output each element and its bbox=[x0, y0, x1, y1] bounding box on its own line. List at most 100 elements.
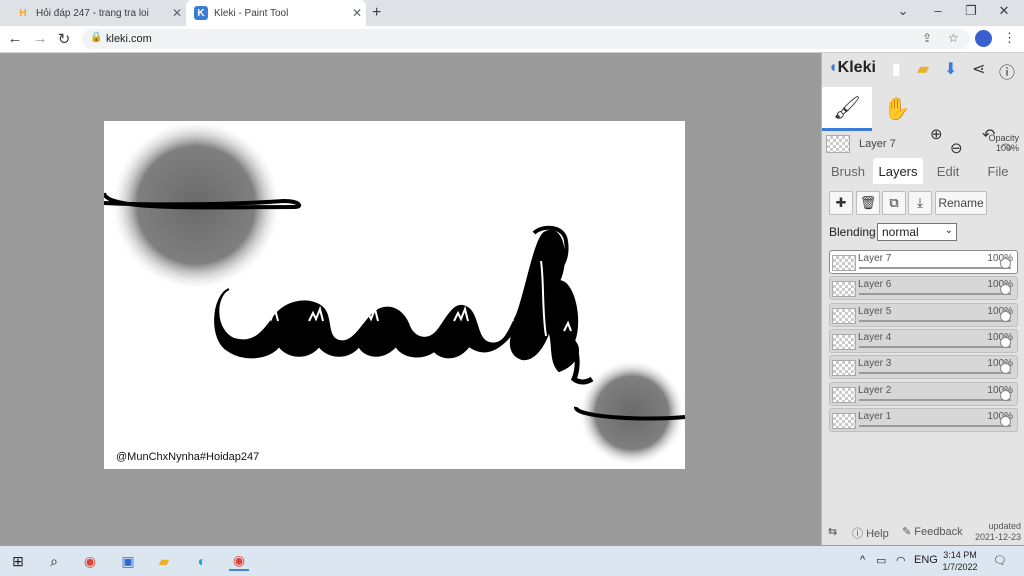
brush-tool-button[interactable]: 🖌 bbox=[822, 87, 872, 131]
slider-handle[interactable] bbox=[1000, 258, 1011, 269]
layer-row[interactable]: Layer 5 100% bbox=[829, 302, 1018, 327]
panel-tabs: Brush Layers Edit File bbox=[822, 158, 1024, 184]
profile-avatar[interactable] bbox=[975, 30, 992, 47]
slider-handle[interactable] bbox=[1000, 336, 1011, 348]
drawing-canvas[interactable]: @MunChxNynha#Hoidap247 bbox=[104, 121, 685, 469]
lettering-anh bbox=[214, 225, 594, 385]
kleki-logo[interactable]: ◖Kleki bbox=[828, 59, 876, 77]
store-icon[interactable]: ▣ bbox=[118, 551, 138, 571]
layer-name: Layer 4 bbox=[858, 331, 892, 343]
tab-kleki[interactable]: K Kleki - Paint Tool ✕ bbox=[186, 0, 366, 26]
tray-chevron-icon[interactable]: ^ bbox=[860, 554, 865, 566]
minimize-icon[interactable]: – bbox=[928, 3, 948, 18]
close-window-icon[interactable]: ✕ bbox=[994, 3, 1014, 19]
url-text: kleki.com bbox=[106, 33, 152, 45]
panel-footer: ⇆ ⓘ Help ✎ Feedback updated 2021-12-23 bbox=[822, 521, 1024, 545]
layer-thumbnail bbox=[832, 281, 856, 298]
slider-handle[interactable] bbox=[1000, 389, 1011, 401]
plus-icon: ✚ bbox=[835, 195, 847, 210]
tab-search-icon[interactable]: ⌄ bbox=[893, 3, 913, 19]
slider-handle[interactable] bbox=[1000, 284, 1011, 296]
layer-opacity-slider[interactable] bbox=[859, 363, 1011, 375]
layer-name: Layer 1 bbox=[858, 410, 892, 422]
delete-layer-button[interactable]: 🗑 bbox=[856, 191, 880, 215]
tab-edit[interactable]: Edit bbox=[926, 158, 970, 184]
current-layer-thumbnail bbox=[826, 135, 850, 153]
tab-hoidap247[interactable]: H Hỏi đáp 247 - trang tra loi ✕ bbox=[8, 0, 186, 26]
layer-thumbnail bbox=[832, 255, 856, 271]
swap-side-icon[interactable]: ⇆ bbox=[828, 525, 837, 538]
slider-handle[interactable] bbox=[1000, 415, 1011, 427]
edge-icon[interactable]: ◐ bbox=[192, 551, 212, 571]
layer-actions: ✚ 🗑 ⧉ ⤓ Rename bbox=[822, 191, 1024, 217]
chrome-taskbar-icon[interactable]: ◉ bbox=[80, 551, 100, 571]
layer-thumbnail bbox=[832, 412, 856, 429]
wifi-icon[interactable]: ◠ bbox=[896, 554, 906, 567]
slider-handle[interactable] bbox=[1000, 363, 1011, 375]
file-explorer-icon[interactable]: ▰ bbox=[154, 551, 174, 571]
chrome-active-taskbar-icon[interactable]: ◉ bbox=[229, 551, 249, 571]
back-icon[interactable]: ← bbox=[6, 30, 24, 47]
chrome-menu-icon[interactable]: ⋮ bbox=[1003, 30, 1016, 46]
close-tab-icon[interactable]: ✕ bbox=[168, 6, 186, 20]
layer-opacity-slider[interactable] bbox=[859, 415, 1011, 427]
merge-layer-button[interactable]: ⤓ bbox=[908, 191, 932, 215]
feedback-link[interactable]: ✎ Feedback bbox=[902, 525, 963, 538]
layer-opacity-slider[interactable] bbox=[859, 389, 1011, 401]
help-icon[interactable]: ⓘ bbox=[999, 59, 1015, 83]
bookmark-star-icon[interactable]: ☆ bbox=[948, 31, 959, 45]
tab-layers[interactable]: Layers bbox=[873, 158, 923, 184]
layer-name: Layer 6 bbox=[858, 279, 892, 291]
layer-thumbnail bbox=[832, 386, 856, 403]
close-tab-icon[interactable]: ✕ bbox=[348, 6, 366, 20]
layer-thumbnail bbox=[832, 360, 856, 377]
kleki-side-panel: ◖Kleki ▮ ▰ ⬇ ⋖ ⓘ 🖌 ✋ ⊕ ⊖ ↶ ↷ Layer 7 Opa… bbox=[821, 53, 1024, 545]
clock[interactable]: 3:14 PM 1/7/2022 bbox=[940, 549, 980, 573]
tool-bar: 🖌 ✋ ⊕ ⊖ ↶ ↷ bbox=[822, 87, 1024, 158]
hand-icon: ✋ bbox=[883, 96, 911, 121]
layer-row[interactable]: Layer 6 100% bbox=[829, 276, 1018, 301]
share-icon[interactable]: ⇪ bbox=[922, 31, 932, 45]
updated-info: updated 2021-12-23 bbox=[974, 521, 1021, 542]
slider-handle[interactable] bbox=[1000, 310, 1011, 322]
lock-icon: 🔒 bbox=[90, 32, 103, 43]
layer-row[interactable]: Layer 1 100% bbox=[829, 407, 1018, 432]
hoidap-favicon-icon: H bbox=[19, 7, 27, 19]
current-layer-info: Layer 7 Opacity 100% bbox=[822, 131, 1024, 157]
layer-opacity-slider[interactable] bbox=[859, 336, 1011, 348]
reload-icon[interactable]: ↻ bbox=[55, 30, 73, 48]
tab-title: Kleki - Paint Tool bbox=[214, 7, 289, 19]
address-bar[interactable]: 🔒 kleki.com ⇪ ☆ bbox=[82, 29, 970, 49]
artist-watermark: @MunChxNynha#Hoidap247 bbox=[116, 451, 260, 463]
help-link[interactable]: ⓘ Help bbox=[852, 525, 889, 541]
layer-row[interactable]: Layer 2 100% bbox=[829, 381, 1018, 406]
rename-layer-button[interactable]: Rename bbox=[935, 191, 987, 215]
kleki-logo-icon: ◖ bbox=[828, 59, 838, 76]
download-icon[interactable]: ⬇ bbox=[944, 59, 957, 79]
open-folder-icon[interactable]: ▰ bbox=[917, 59, 929, 79]
layer-thumbnail bbox=[832, 333, 856, 350]
new-tab-button[interactable]: + bbox=[372, 4, 381, 22]
duplicate-layer-button[interactable]: ⧉ bbox=[882, 191, 906, 215]
new-image-icon[interactable]: ▮ bbox=[892, 59, 901, 79]
layer-row[interactable]: Layer 7 100% bbox=[829, 250, 1018, 274]
add-layer-button[interactable]: ✚ bbox=[829, 191, 853, 215]
search-icon[interactable]: ⌕ bbox=[44, 551, 64, 571]
language-indicator[interactable]: ENG bbox=[914, 554, 938, 566]
notification-icon[interactable]: 🗨 bbox=[993, 554, 1007, 567]
tab-brush[interactable]: Brush bbox=[826, 158, 870, 184]
forward-icon[interactable]: → bbox=[31, 30, 49, 47]
layer-row[interactable]: Layer 3 100% bbox=[829, 355, 1018, 380]
tab-file[interactable]: File bbox=[976, 158, 1020, 184]
layer-opacity-slider[interactable] bbox=[859, 310, 1011, 322]
battery-icon[interactable]: ▭ bbox=[876, 554, 886, 567]
layer-row[interactable]: Layer 4 100% bbox=[829, 328, 1018, 353]
windows-start-icon[interactable]: ⊞ bbox=[8, 551, 28, 571]
share-icon[interactable]: ⋖ bbox=[972, 59, 985, 79]
layer-opacity-slider[interactable] bbox=[859, 284, 1011, 296]
blending-select[interactable]: normal ⌄ bbox=[877, 223, 957, 241]
layer-opacity-slider[interactable] bbox=[859, 258, 1011, 269]
kleki-favicon-icon: K bbox=[194, 6, 208, 20]
restore-icon[interactable]: ❐ bbox=[961, 3, 981, 19]
hand-tool-button[interactable]: ✋ bbox=[872, 87, 922, 131]
